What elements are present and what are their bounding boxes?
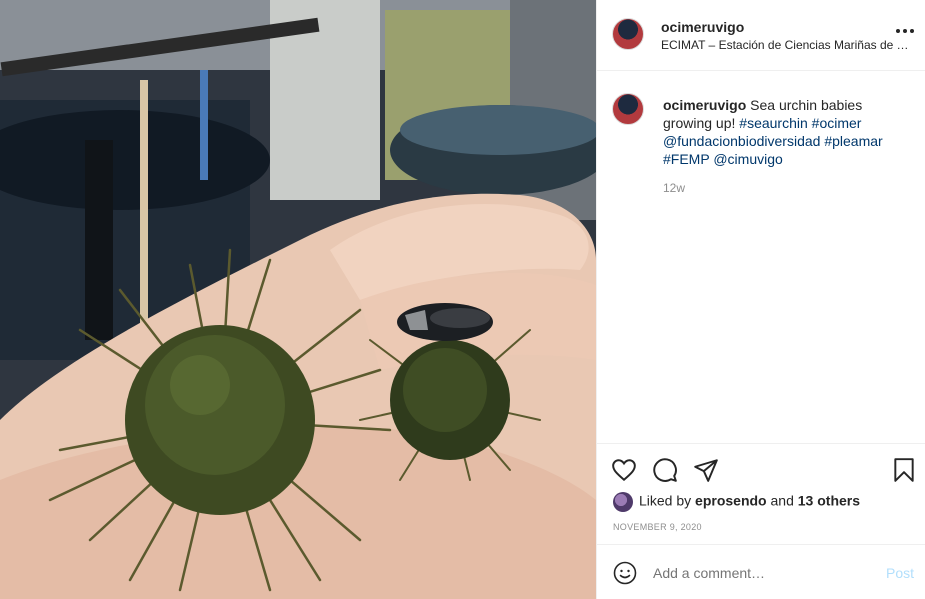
liked-by-prefix: Liked by: [639, 492, 692, 509]
post-sidebar: ocimeruvigo ECIMAT – Estación de Ciencia…: [596, 0, 925, 599]
sea-urchin-photo: [0, 0, 596, 599]
liked-by-others[interactable]: 13 others: [798, 493, 860, 509]
post-comment-button[interactable]: Post: [886, 565, 914, 581]
post-photo[interactable]: [0, 0, 596, 599]
comment-bar: Post: [597, 544, 925, 599]
emoji-icon[interactable]: [613, 561, 637, 585]
avatar[interactable]: [612, 18, 644, 50]
caption-area: ocimeruvigo Sea urchin babies growing up…: [597, 71, 925, 443]
hashtag[interactable]: #FEMP: [663, 151, 709, 167]
liked-by-and: and: [770, 492, 794, 509]
heart-icon[interactable]: [611, 457, 637, 483]
paper-plane-icon[interactable]: [693, 457, 719, 483]
liker-avatar[interactable]: [613, 492, 633, 512]
comment-icon[interactable]: [652, 457, 678, 483]
time-ago[interactable]: 12w: [663, 181, 685, 195]
more-options-icon[interactable]: [895, 22, 915, 42]
hashtag[interactable]: #seaurchin: [739, 115, 808, 131]
comment-input[interactable]: [653, 565, 873, 581]
caption-avatar[interactable]: [612, 93, 644, 125]
post-username[interactable]: ocimeruvigo: [661, 19, 744, 35]
post-date[interactable]: NOVEMBER 9, 2020: [613, 522, 702, 532]
post-header: ocimeruvigo ECIMAT – Estación de Ciencia…: [597, 0, 925, 71]
hashtag[interactable]: #ocimer: [812, 115, 862, 131]
post-caption: ocimeruvigo Sea urchin babies growing up…: [663, 96, 908, 168]
likes-summary: Liked by eprosendo and 13 others: [613, 492, 860, 512]
mention[interactable]: @fundacionbiodiversidad: [663, 133, 820, 149]
hashtag[interactable]: #pleamar: [824, 133, 882, 149]
post-actions: Liked by eprosendo and 13 others NOVEMBE…: [597, 443, 925, 544]
mention[interactable]: @cimuvigo: [713, 151, 782, 167]
post-location[interactable]: ECIMAT – Estación de Ciencias Mariñas de…: [661, 38, 913, 52]
caption-username[interactable]: ocimeruvigo: [663, 97, 746, 113]
bookmark-icon[interactable]: [891, 457, 917, 483]
liked-by-user[interactable]: eprosendo: [695, 493, 767, 509]
